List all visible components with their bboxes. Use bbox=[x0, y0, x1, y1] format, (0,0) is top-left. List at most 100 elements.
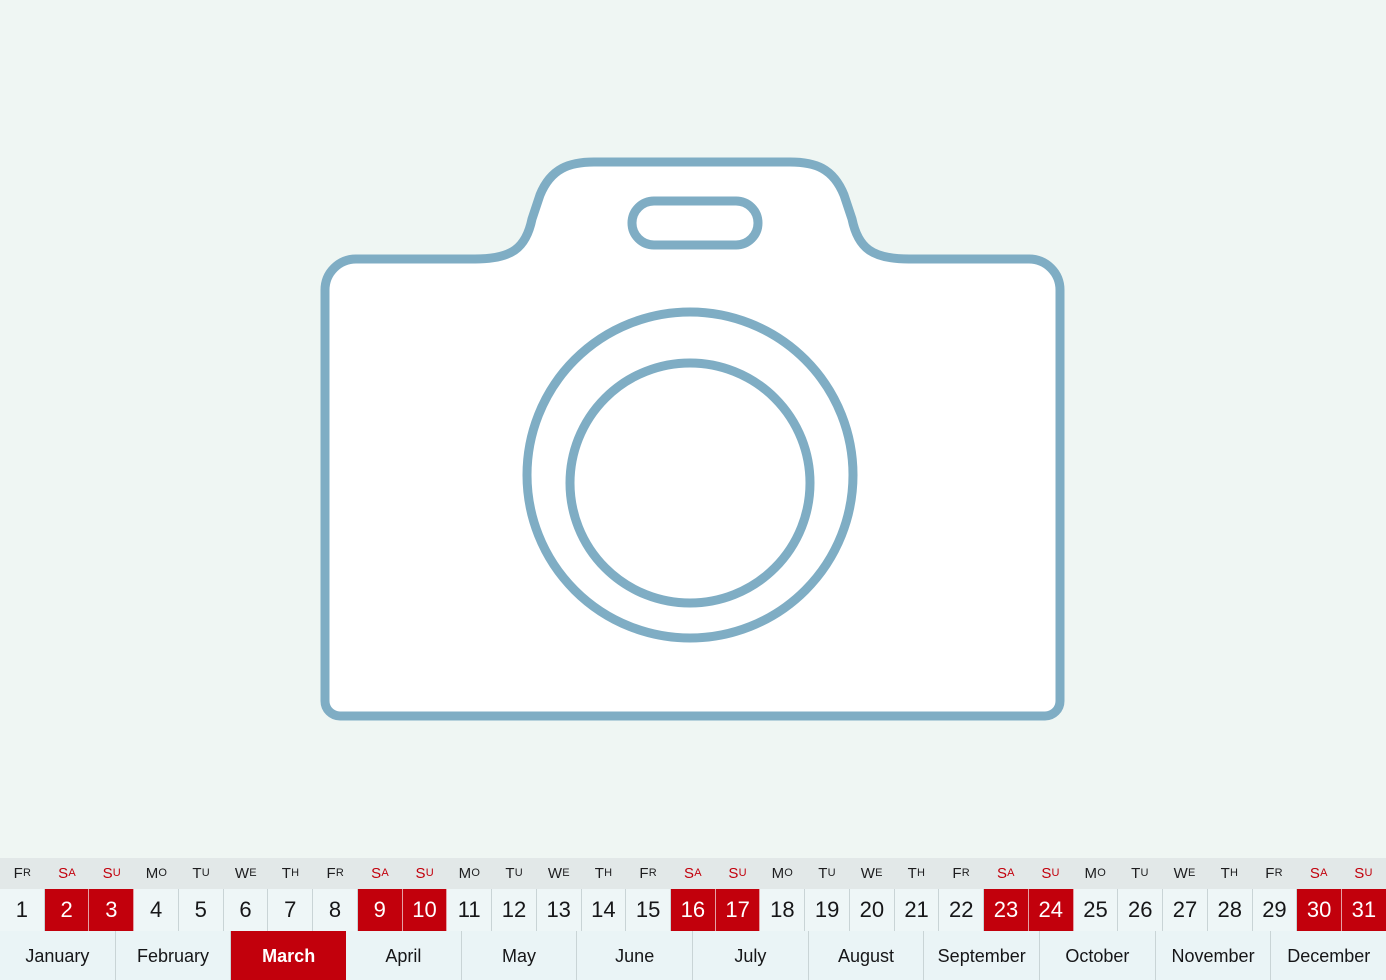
weekday-header-cell: WE bbox=[536, 858, 581, 889]
hero-illustration-area bbox=[0, 0, 1386, 858]
day-cell[interactable]: 27 bbox=[1163, 889, 1208, 931]
weekday-suffix: E bbox=[1188, 866, 1196, 879]
weekday-header-cell: FR bbox=[0, 858, 45, 889]
weekday-initial: S bbox=[1309, 864, 1321, 882]
weekday-header-cell: TH bbox=[1207, 858, 1252, 889]
day-cell[interactable]: 16 bbox=[671, 889, 716, 931]
weekday-suffix: U bbox=[827, 866, 836, 879]
day-cell[interactable]: 9 bbox=[357, 889, 403, 931]
weekday-header-cell: SU bbox=[715, 858, 760, 889]
weekday-header-cell: WE bbox=[849, 858, 894, 889]
weekday-suffix: A bbox=[1320, 866, 1328, 879]
weekday-initial: S bbox=[996, 864, 1008, 882]
day-cell[interactable]: 5 bbox=[178, 889, 224, 931]
weekday-suffix: H bbox=[1229, 866, 1239, 879]
day-cell[interactable]: 4 bbox=[134, 889, 179, 931]
weekday-initial: M bbox=[1084, 864, 1098, 882]
weekday-initial: S bbox=[684, 864, 695, 882]
month-cell[interactable]: September bbox=[924, 931, 1041, 980]
month-cell[interactable]: December bbox=[1271, 931, 1386, 980]
weekday-suffix: O bbox=[784, 866, 794, 879]
day-cell[interactable]: 18 bbox=[760, 889, 806, 931]
weekday-initial: S bbox=[1354, 864, 1365, 882]
month-cell[interactable]: February bbox=[115, 931, 232, 980]
day-number-row: 1 2 3 4 5 6 7 8 9 10 11 12 13 14 15 16 17 18 19 20 21 22 23 24 2… bbox=[0, 889, 1386, 931]
weekday-header-cell: TH bbox=[268, 858, 313, 889]
weekday-header-cell: MO bbox=[1073, 858, 1118, 889]
weekday-suffix: U bbox=[1364, 866, 1373, 879]
weekday-header-cell: SA bbox=[671, 858, 716, 889]
day-cell[interactable]: 19 bbox=[805, 889, 850, 931]
weekday-initial: S bbox=[415, 864, 426, 882]
calendar-strip: FRSASUMOTUWETHFRSASUMOTUWETHFRSASUMOTUWE… bbox=[0, 858, 1386, 980]
weekday-initial: W bbox=[234, 864, 250, 882]
weekday-header-cell: SA bbox=[45, 858, 90, 889]
weekday-initial: F bbox=[1265, 864, 1275, 882]
viewfinder-pill-icon bbox=[627, 196, 763, 250]
weekday-initial: T bbox=[907, 864, 918, 882]
day-cell[interactable]: 6 bbox=[223, 889, 269, 931]
day-cell[interactable]: 13 bbox=[536, 889, 582, 931]
weekday-initial: S bbox=[102, 864, 113, 882]
day-cell[interactable]: 26 bbox=[1118, 889, 1164, 931]
weekday-suffix: U bbox=[201, 866, 210, 879]
weekday-suffix: H bbox=[291, 866, 300, 879]
day-cell[interactable]: 21 bbox=[894, 889, 940, 931]
day-cell[interactable]: 23 bbox=[984, 889, 1029, 931]
weekday-initial: T bbox=[1131, 864, 1141, 882]
weekday-header-row: FRSASUMOTUWETHFRSASUMOTUWETHFRSASUMOTUWE… bbox=[0, 858, 1386, 889]
month-cell[interactable]: November bbox=[1155, 931, 1272, 980]
month-cell[interactable]: October bbox=[1040, 931, 1156, 980]
weekday-header-cell: SA bbox=[983, 858, 1028, 889]
day-cell[interactable]: 28 bbox=[1207, 889, 1253, 931]
weekday-header-cell: TU bbox=[492, 858, 537, 889]
weekday-header-cell: FR bbox=[1252, 858, 1297, 889]
weekday-suffix: A bbox=[381, 866, 389, 879]
weekday-initial: S bbox=[1041, 864, 1052, 882]
month-cell[interactable]: April bbox=[346, 931, 462, 980]
day-cell[interactable]: 1 bbox=[0, 889, 45, 931]
weekday-suffix: A bbox=[68, 866, 76, 879]
day-cell[interactable]: 3 bbox=[89, 889, 135, 931]
weekday-suffix: E bbox=[249, 866, 257, 879]
day-cell[interactable]: 12 bbox=[492, 889, 537, 931]
weekday-suffix: O bbox=[471, 866, 481, 879]
month-cell[interactable]: January bbox=[0, 931, 116, 980]
day-cell[interactable]: 10 bbox=[402, 889, 448, 931]
weekday-initial: T bbox=[505, 864, 515, 882]
day-cell[interactable]: 17 bbox=[715, 889, 761, 931]
month-cell[interactable]: May bbox=[461, 931, 578, 980]
weekday-suffix: O bbox=[1097, 866, 1106, 879]
day-cell[interactable]: 14 bbox=[581, 889, 627, 931]
day-cell[interactable]: 29 bbox=[1252, 889, 1298, 931]
weekday-suffix: E bbox=[562, 866, 570, 879]
weekday-initial: W bbox=[547, 864, 563, 882]
camera-icon bbox=[320, 157, 1065, 721]
day-cell[interactable]: 7 bbox=[268, 889, 314, 931]
day-cell[interactable]: 8 bbox=[313, 889, 358, 931]
weekday-header-cell: MO bbox=[134, 858, 179, 889]
day-cell[interactable]: 11 bbox=[447, 889, 493, 931]
weekday-header-cell: SU bbox=[1341, 858, 1386, 889]
weekday-header-cell: SU bbox=[89, 858, 134, 889]
day-cell[interactable]: 30 bbox=[1297, 889, 1343, 931]
lens-inner-ring-icon bbox=[565, 358, 815, 608]
day-cell[interactable]: 22 bbox=[939, 889, 985, 931]
day-cell[interactable]: 20 bbox=[849, 889, 895, 931]
weekday-initial: M bbox=[145, 864, 159, 882]
weekday-initial: T bbox=[281, 864, 292, 882]
weekday-initial: F bbox=[13, 864, 23, 882]
day-cell[interactable]: 2 bbox=[44, 889, 90, 931]
weekday-suffix: U bbox=[738, 866, 747, 879]
day-cell[interactable]: 25 bbox=[1073, 889, 1119, 931]
month-cell[interactable]: July bbox=[693, 931, 809, 980]
weekday-initial: F bbox=[639, 864, 649, 882]
day-cell[interactable]: 24 bbox=[1028, 889, 1074, 931]
month-cell[interactable]: March bbox=[231, 931, 347, 980]
month-cell[interactable]: August bbox=[808, 931, 925, 980]
day-cell[interactable]: 15 bbox=[626, 889, 672, 931]
weekday-header-cell: TH bbox=[581, 858, 626, 889]
month-cell[interactable]: June bbox=[577, 931, 694, 980]
weekday-initial: F bbox=[952, 864, 962, 882]
day-cell[interactable]: 31 bbox=[1342, 889, 1386, 931]
